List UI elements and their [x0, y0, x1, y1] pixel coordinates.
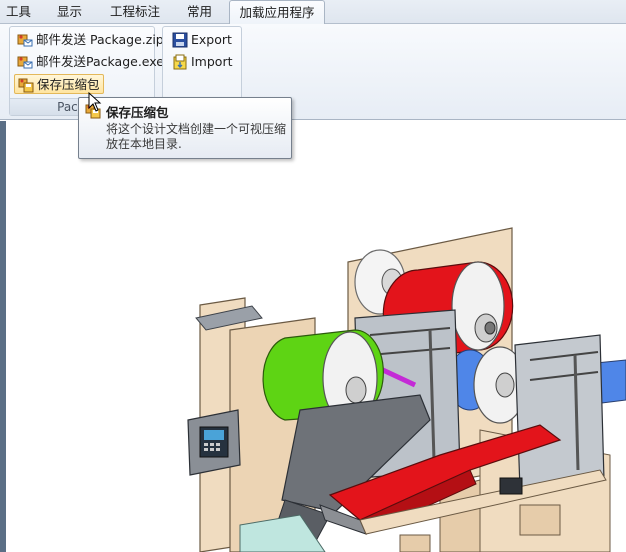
tab-engineering-annotation[interactable]: 工程标注: [110, 0, 160, 24]
tab-add-ins[interactable]: 加载应用程序: [229, 0, 325, 25]
import-button[interactable]: Import: [169, 52, 236, 72]
export-button[interactable]: Export: [169, 30, 235, 50]
save-package-tooltip: 保存压缩包 将这个设计文档创建一个可视压缩放在本地目录.: [78, 97, 292, 159]
right-mechanism: [514, 334, 605, 491]
save-package-button[interactable]: 保存压缩包: [14, 74, 104, 94]
mail-package-zip-button[interactable]: 邮件发送 Package.zip: [14, 30, 167, 50]
tab-common[interactable]: 常用: [187, 0, 212, 24]
export-label: Export: [191, 32, 232, 47]
save-package-icon: [18, 78, 34, 93]
green-roll-hub: [345, 376, 367, 404]
mail-package-zip-label: 邮件发送 Package.zip: [36, 32, 164, 47]
export-icon: [172, 32, 188, 48]
electrical-box: [499, 477, 523, 495]
import-label: Import: [191, 54, 233, 69]
tooltip-description: 将这个设计文档创建一个可视压缩放在本地目录.: [106, 122, 287, 151]
tab-display[interactable]: 显示: [57, 0, 82, 24]
tab-tools[interactable]: 工具: [6, 0, 31, 24]
menu-tab-bar: 工具 显示 工程标注 常用 加载应用程序: [0, 0, 626, 25]
mail-package-exe-label: 邮件发送Package.exe: [36, 54, 164, 69]
mail-package-icon: [17, 34, 33, 47]
mail-package-icon: [17, 56, 33, 69]
tooltip-title: 保存压缩包: [106, 105, 169, 120]
mouse-cursor-icon: [88, 92, 102, 112]
blue-roll-hub: [495, 372, 515, 398]
mail-package-exe-button[interactable]: 邮件发送Package.exe: [14, 52, 167, 72]
viewport-left-strip: [0, 121, 6, 552]
model-viewport[interactable]: [0, 121, 626, 552]
save-package-label: 保存压缩包: [37, 77, 100, 92]
machine-model-drawing: [187, 227, 626, 552]
import-icon: [173, 54, 187, 70]
